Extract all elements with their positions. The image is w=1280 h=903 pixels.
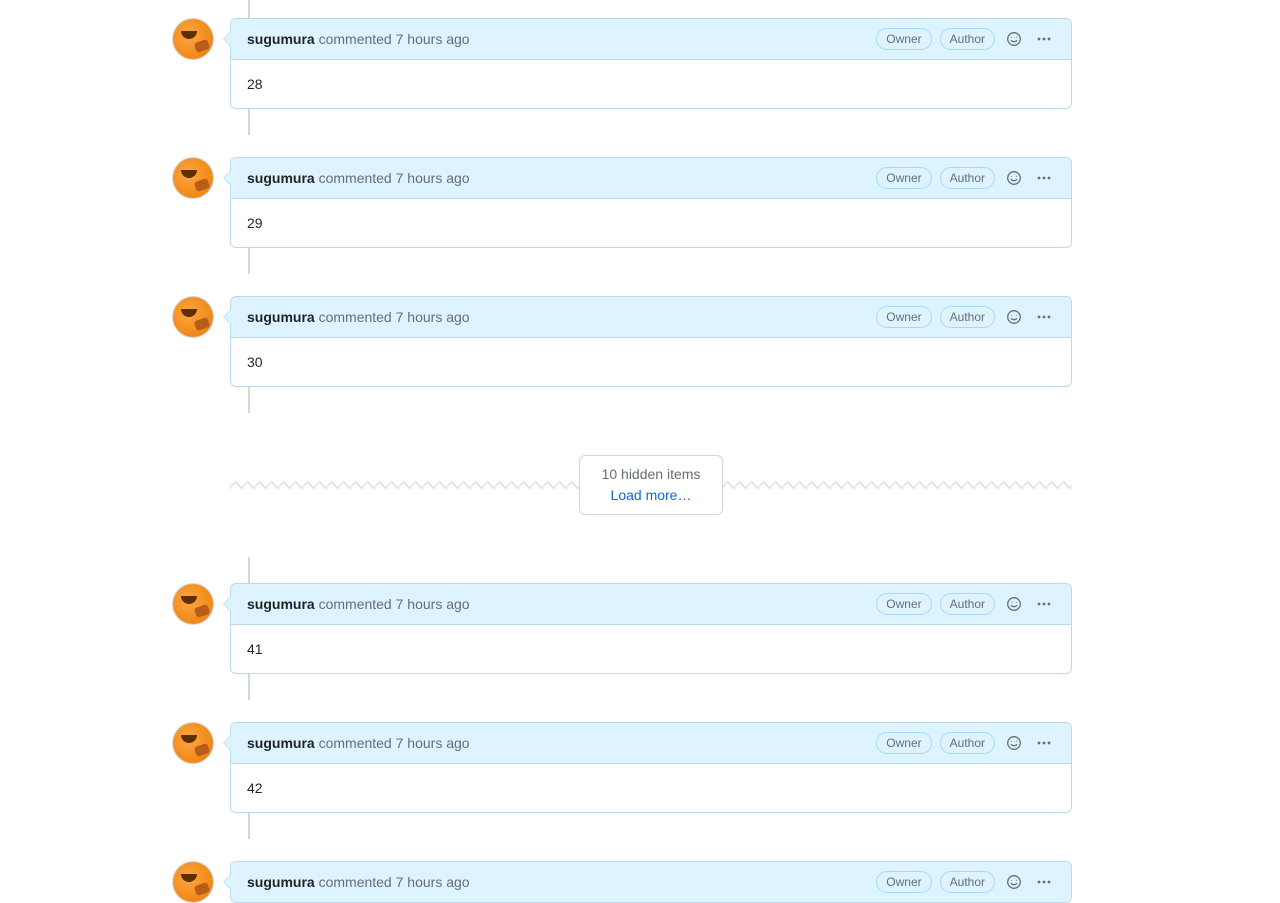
comment: sugumura commented 7 hours ago Owner Aut… [172, 296, 1072, 387]
comment-header: sugumura commented 7 hours ago Owner Aut… [231, 297, 1071, 338]
comment-header: sugumura commented 7 hours ago Owner Aut… [231, 862, 1071, 902]
timeline-segment [230, 674, 1072, 700]
comment-actions: Owner Author [876, 593, 1055, 615]
comment: sugumura commented 7 hours ago Owner Aut… [172, 157, 1072, 248]
commented-label: commented [319, 874, 392, 890]
commented-label: commented [319, 309, 392, 325]
commented-label: commented [319, 596, 392, 612]
timeline-segment [230, 813, 1072, 839]
comment-header: sugumura commented 7 hours ago Owner Aut… [231, 584, 1071, 625]
author-link[interactable]: sugumura [247, 170, 315, 186]
issue-thread: sugumura commented 7 hours ago Owner Aut… [172, 0, 1072, 903]
load-more-box: 10 hidden items Load more… [579, 455, 724, 515]
comment-actions: Owner Author [876, 871, 1055, 893]
author-badge: Author [940, 28, 995, 50]
author-badge: Author [940, 593, 995, 615]
smiley-icon[interactable] [1003, 871, 1025, 893]
owner-badge: Owner [876, 593, 931, 615]
comment-header: sugumura commented 7 hours ago Owner Aut… [231, 723, 1071, 764]
owner-badge: Owner [876, 732, 931, 754]
avatar[interactable] [172, 722, 214, 764]
kebab-icon[interactable] [1033, 732, 1055, 754]
timestamp-link[interactable]: 7 hours ago [396, 735, 470, 751]
comment-meta: sugumura commented 7 hours ago [247, 596, 470, 612]
kebab-icon[interactable] [1033, 593, 1055, 615]
author-link[interactable]: sugumura [247, 596, 315, 612]
hidden-items-count: 10 hidden items [602, 464, 701, 485]
kebab-icon[interactable] [1033, 28, 1055, 50]
comment: sugumura commented 7 hours ago Owner Aut… [172, 861, 1072, 903]
smiley-icon[interactable] [1003, 732, 1025, 754]
smiley-icon[interactable] [1003, 593, 1025, 615]
comment-meta: sugumura commented 7 hours ago [247, 735, 470, 751]
author-badge: Author [940, 306, 995, 328]
comment: sugumura commented 7 hours ago Owner Aut… [172, 18, 1072, 109]
owner-badge: Owner [876, 28, 931, 50]
timestamp-link[interactable]: 7 hours ago [396, 596, 470, 612]
comment-header: sugumura commented 7 hours ago Owner Aut… [231, 19, 1071, 60]
author-link[interactable]: sugumura [247, 31, 315, 47]
timeline-segment [230, 0, 1072, 18]
comment-body: 29 [231, 199, 1071, 247]
comment: sugumura commented 7 hours ago Owner Aut… [172, 722, 1072, 813]
timestamp-link[interactable]: 7 hours ago [396, 874, 470, 890]
author-link[interactable]: sugumura [247, 735, 315, 751]
comment-meta: sugumura commented 7 hours ago [247, 874, 470, 890]
owner-badge: Owner [876, 871, 931, 893]
timeline-segment [230, 557, 1072, 583]
smiley-icon[interactable] [1003, 28, 1025, 50]
comment-body: 30 [231, 338, 1071, 386]
avatar[interactable] [172, 296, 214, 338]
comment-meta: sugumura commented 7 hours ago [247, 170, 470, 186]
comment-actions: Owner Author [876, 732, 1055, 754]
owner-badge: Owner [876, 167, 931, 189]
smiley-icon[interactable] [1003, 306, 1025, 328]
load-more-button[interactable]: Load more… [602, 485, 701, 506]
comment-body: 41 [231, 625, 1071, 673]
timestamp-link[interactable]: 7 hours ago [396, 309, 470, 325]
commented-label: commented [319, 735, 392, 751]
timeline-segment [230, 109, 1072, 135]
author-link[interactable]: sugumura [247, 309, 315, 325]
author-badge: Author [940, 732, 995, 754]
kebab-icon[interactable] [1033, 167, 1055, 189]
comment-body: 42 [231, 764, 1071, 812]
owner-badge: Owner [876, 306, 931, 328]
comment-body: 28 [231, 60, 1071, 108]
avatar[interactable] [172, 157, 214, 199]
author-badge: Author [940, 871, 995, 893]
timeline-segment [230, 248, 1072, 274]
comment-actions: Owner Author [876, 167, 1055, 189]
smiley-icon[interactable] [1003, 167, 1025, 189]
commented-label: commented [319, 31, 392, 47]
comment-actions: Owner Author [876, 306, 1055, 328]
avatar[interactable] [172, 18, 214, 60]
timeline-segment [230, 387, 1072, 413]
hidden-items-divider: 10 hidden items Load more… [230, 455, 1072, 515]
comment-meta: sugumura commented 7 hours ago [247, 309, 470, 325]
timestamp-link[interactable]: 7 hours ago [396, 170, 470, 186]
timestamp-link[interactable]: 7 hours ago [396, 31, 470, 47]
kebab-icon[interactable] [1033, 306, 1055, 328]
comment-meta: sugumura commented 7 hours ago [247, 31, 470, 47]
kebab-icon[interactable] [1033, 871, 1055, 893]
avatar[interactable] [172, 583, 214, 625]
comment-header: sugumura commented 7 hours ago Owner Aut… [231, 158, 1071, 199]
author-badge: Author [940, 167, 995, 189]
commented-label: commented [319, 170, 392, 186]
author-link[interactable]: sugumura [247, 874, 315, 890]
avatar[interactable] [172, 861, 214, 903]
comment: sugumura commented 7 hours ago Owner Aut… [172, 583, 1072, 674]
comment-actions: Owner Author [876, 28, 1055, 50]
